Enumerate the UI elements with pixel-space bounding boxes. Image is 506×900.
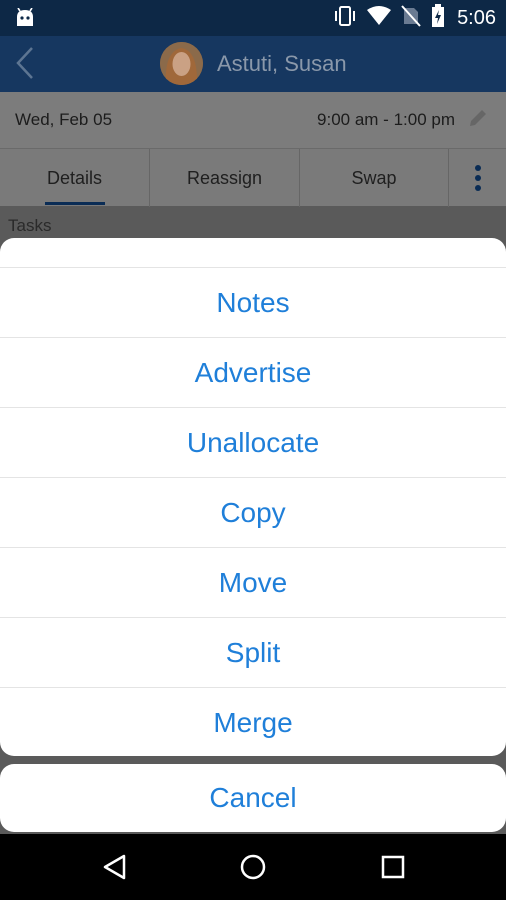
app-bar: Astuti, Susan (0, 36, 506, 92)
android-icon (14, 7, 36, 33)
tab-label: Swap (351, 167, 397, 188)
shift-summary: Wed, Feb 05 9:00 am - 1:00 pm (0, 92, 506, 148)
back-chevron-icon[interactable] (14, 46, 38, 85)
shift-date: Wed, Feb 05 (15, 110, 113, 129)
nav-recents-icon[interactable] (378, 852, 408, 882)
tab-swap[interactable]: Swap (300, 149, 449, 207)
vibrate-icon (333, 5, 357, 32)
action-move[interactable]: Move (0, 548, 506, 618)
tab-label: Details (46, 167, 103, 188)
nav-back-icon[interactable] (100, 852, 130, 882)
action-unallocate[interactable]: Unallocate (0, 408, 506, 478)
tab-label: Reassign (186, 167, 263, 188)
system-nav-bar (0, 834, 506, 900)
more-options-icon[interactable] (449, 149, 506, 207)
action-merge[interactable]: Merge (0, 688, 506, 756)
cancel-button[interactable]: Cancel (0, 764, 506, 832)
tab-reassign[interactable]: Reassign (150, 149, 300, 207)
action-copy[interactable]: Copy (0, 478, 506, 548)
action-sheet: Notes Advertise Unallocate Copy Move Spl… (0, 238, 506, 756)
pencil-icon[interactable] (468, 108, 488, 133)
action-advertise[interactable]: Advertise (0, 338, 506, 408)
avatar[interactable] (160, 42, 203, 85)
tab-details[interactable]: Details (0, 149, 150, 207)
sheet-header (0, 238, 506, 268)
action-notes[interactable]: Notes (0, 268, 506, 338)
page-title: Astuti, Susan (217, 51, 347, 76)
no-sim-icon (401, 4, 421, 32)
nav-home-icon[interactable] (238, 852, 268, 882)
wifi-icon (367, 5, 392, 31)
shift-time-range: 9:00 am - 1:00 pm (317, 110, 455, 129)
tasks-heading: Tasks (8, 216, 52, 235)
status-bar: 5:06 (0, 0, 506, 36)
clock: 5:06 (457, 6, 496, 29)
tab-indicator (45, 202, 105, 205)
battery-charging-icon (431, 3, 445, 33)
action-split[interactable]: Split (0, 618, 506, 688)
tab-bar: Details Reassign Swap (0, 148, 506, 207)
